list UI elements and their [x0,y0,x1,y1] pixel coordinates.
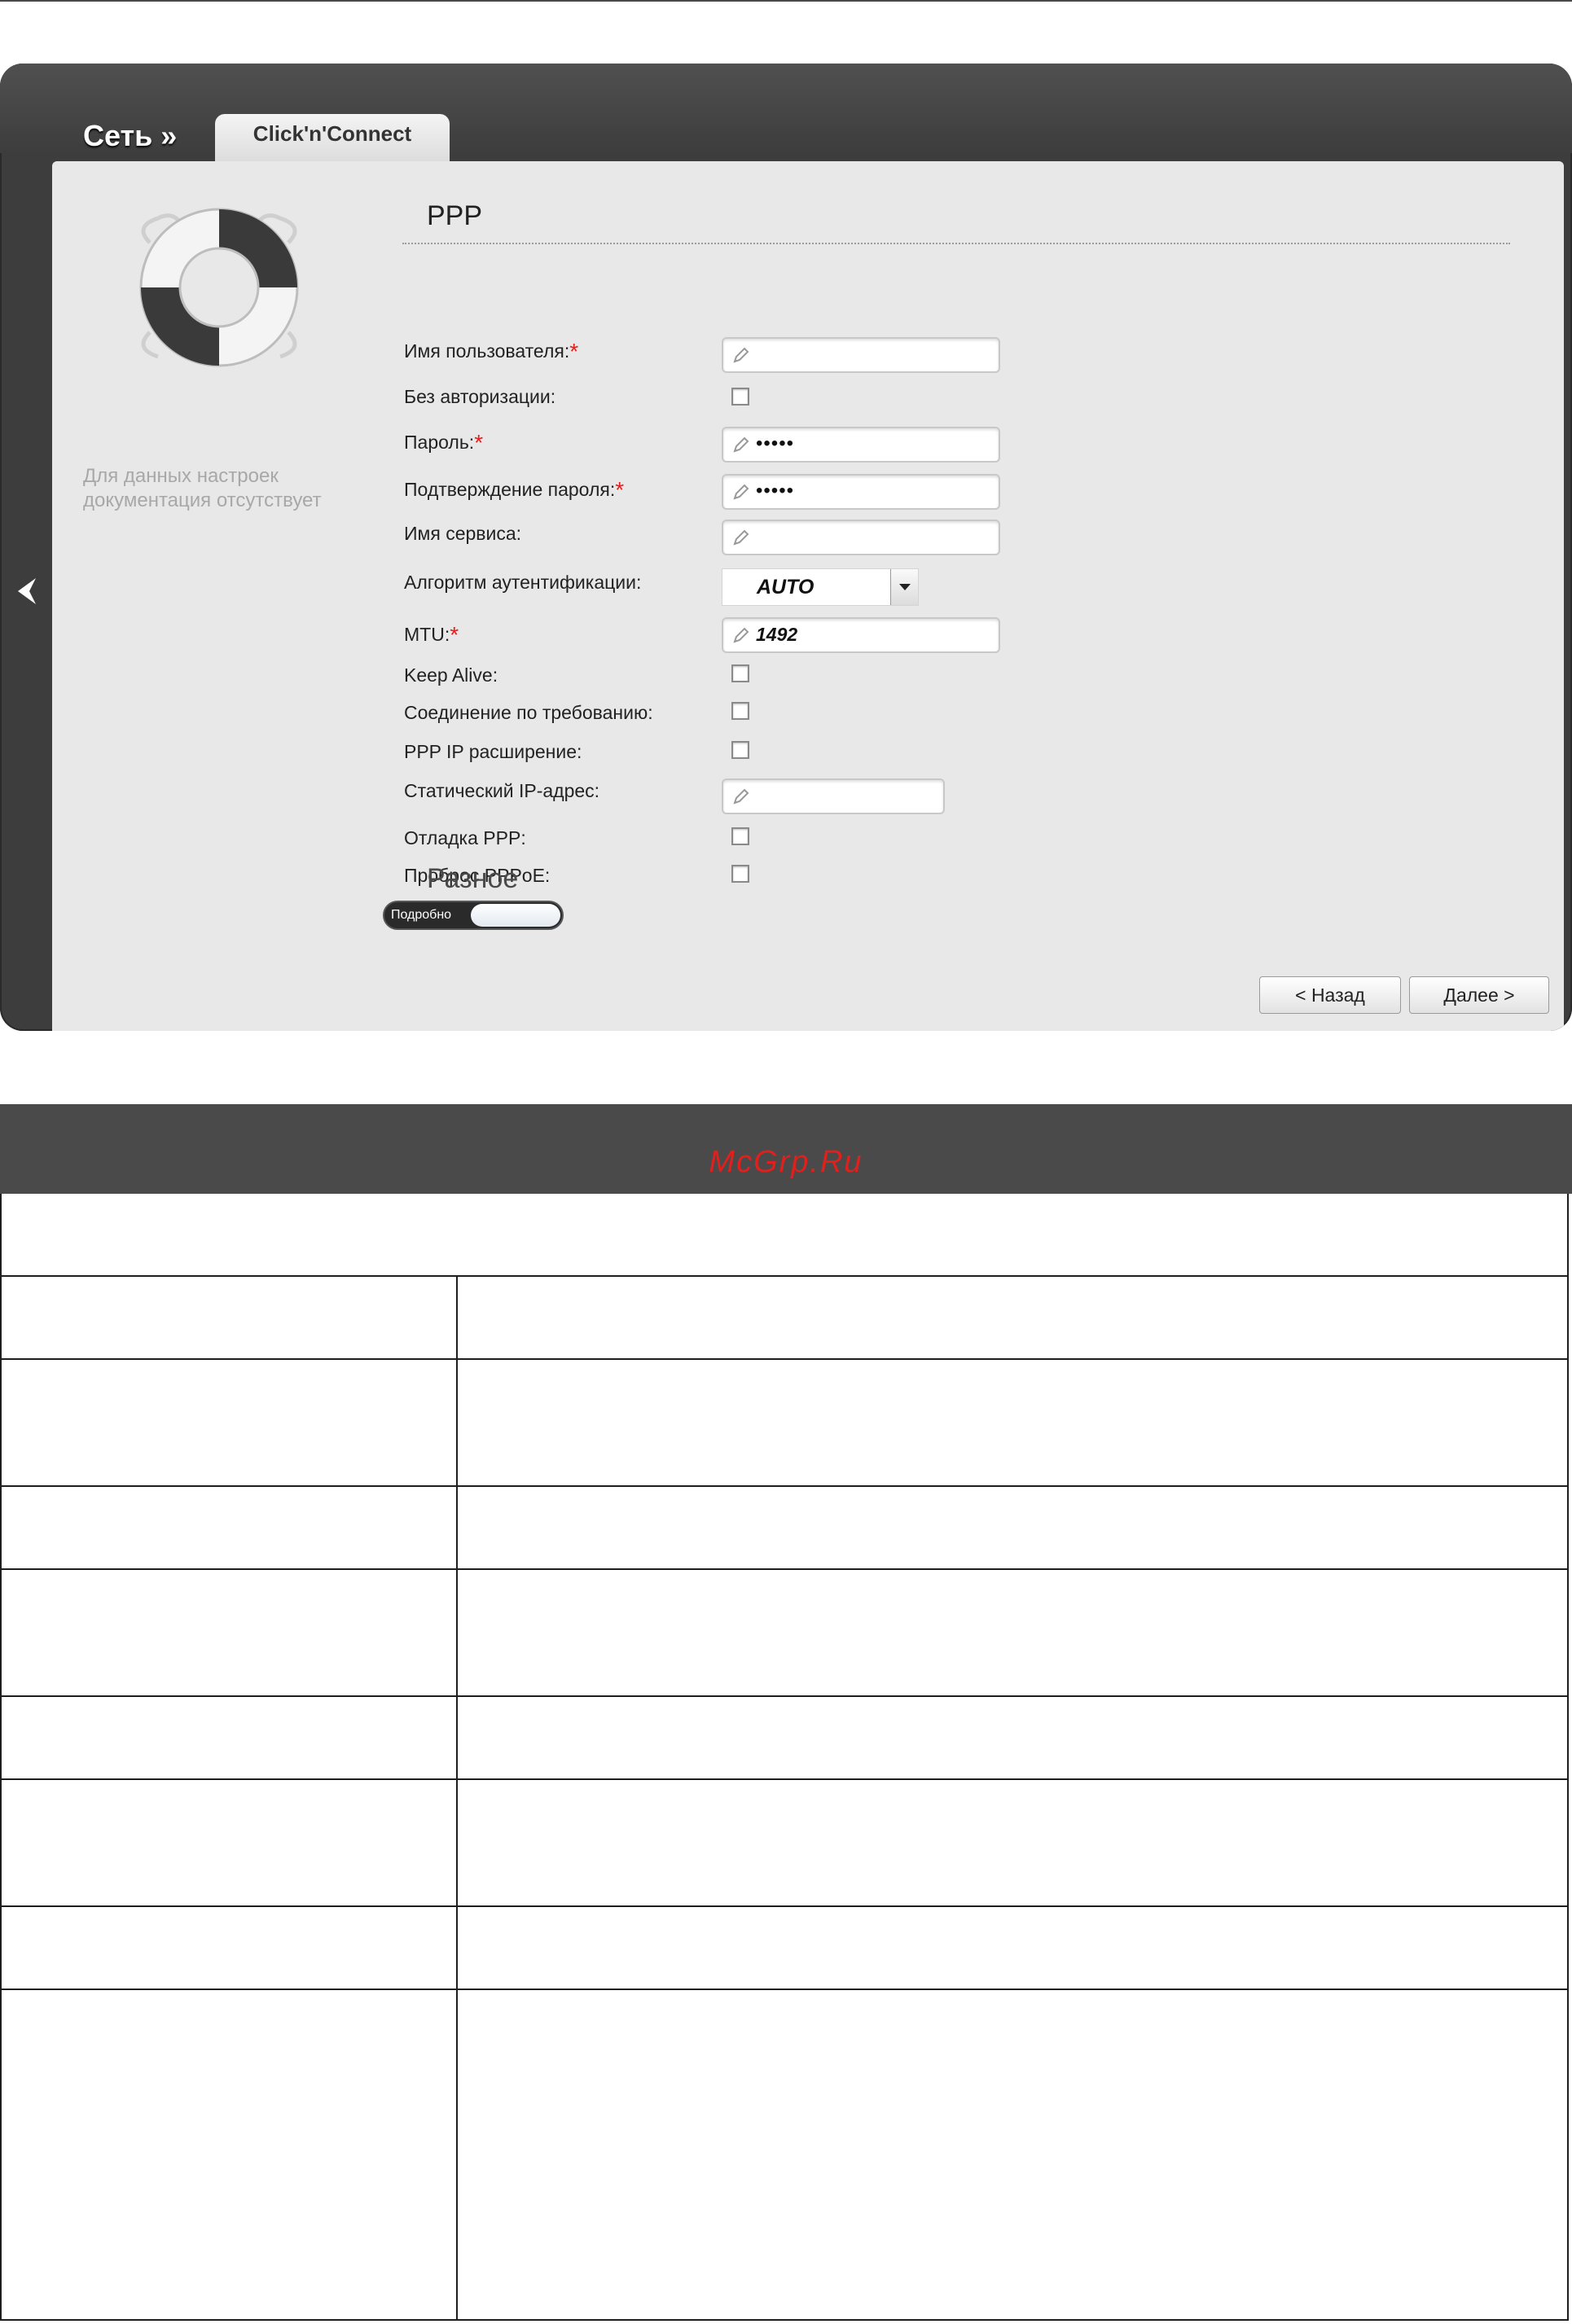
password-confirm-value: ••••• [756,480,795,502]
pencil-icon [733,627,749,643]
password-confirm-input[interactable]: ••••• [722,474,1000,510]
mtu-label: MTU:* [404,622,459,647]
ppp-debug-label: Отладка PPP: [404,827,526,848]
table-row [0,1780,1569,1907]
ondemand-checkbox[interactable] [731,702,749,720]
ondemand-label: Соединение по требованию: [404,702,653,723]
username-input[interactable] [722,337,1000,373]
noauth-label: Без авторизации: [404,386,556,407]
static-ip-label: Статический IP-адрес: [404,780,600,801]
mtu-value: 1492 [756,624,798,645]
watermark: McGrp.Ru [709,1145,863,1179]
lifebuoy-icon [139,208,299,367]
password-confirm-label: Подтверждение пароля:* [404,477,625,502]
chevron-down-icon[interactable] [890,569,918,605]
page-top-rule [0,0,1572,2]
section-title-misc: Разное [427,863,519,894]
pencil-icon [733,436,749,453]
table-row [0,1907,1569,1990]
table-row [0,1194,1569,1277]
mtu-input[interactable]: 1492 [722,617,1000,653]
help-text: Для данных настроек документация отсутст… [83,465,322,511]
back-arrow-icon[interactable] [11,575,44,607]
table-header: McGrp.Ru [0,1104,1572,1194]
username-label: Имя пользователя:* [404,339,579,364]
table-row [0,1697,1569,1780]
noauth-checkbox[interactable] [731,388,749,406]
ppp-debug-checkbox[interactable] [731,827,749,845]
pencil-icon [733,788,749,805]
required-asterisk: * [569,339,579,364]
keepalive-label: Keep Alive: [404,664,498,686]
pencil-icon [733,484,749,500]
required-asterisk: * [450,622,459,647]
required-asterisk: * [615,477,625,502]
auth-algorithm-label: Алгоритм аутентификации: [404,572,642,593]
toggle-knob[interactable] [471,904,560,927]
breadcrumb-network[interactable]: Сеть » [83,119,177,153]
table-row [0,1990,1569,2321]
details-toggle[interactable]: Подробно [383,901,564,930]
ppp-ip-extension-label: PPP IP расширение: [404,741,582,762]
keepalive-checkbox[interactable] [731,664,749,682]
details-toggle-label: Подробно [391,908,452,922]
table-row [0,1487,1569,1570]
section-title-ppp: PPP [427,200,483,231]
pppoe-passthrough-checkbox[interactable] [731,865,749,883]
table-row [0,1277,1569,1360]
password-input[interactable]: ••••• [722,427,1000,463]
back-button[interactable]: < Назад [1259,976,1401,1014]
next-button[interactable]: Далее > [1409,976,1549,1014]
auth-algorithm-select[interactable]: AUTO [722,568,919,606]
required-asterisk: * [474,430,484,455]
table-row [0,1570,1569,1697]
auth-algorithm-value: AUTO [757,576,815,599]
tab-clicknconnect[interactable]: Click'n'Connect [215,114,450,163]
pencil-icon [733,347,749,363]
settings-panel: Для данных настроек документация отсутст… [52,161,1564,1031]
table-row [0,1360,1569,1487]
service-name-input[interactable] [722,520,1000,555]
password-label: Пароль:* [404,430,484,455]
password-value: ••••• [756,432,795,454]
service-name-label: Имя сервиса: [404,523,522,544]
static-ip-input[interactable] [722,778,945,814]
section-divider [402,243,1510,244]
ppp-ip-extension-checkbox[interactable] [731,741,749,759]
router-web-ui: Сеть » Click'n'Connect Для данных настро… [0,64,1572,1031]
pencil-icon [733,529,749,546]
